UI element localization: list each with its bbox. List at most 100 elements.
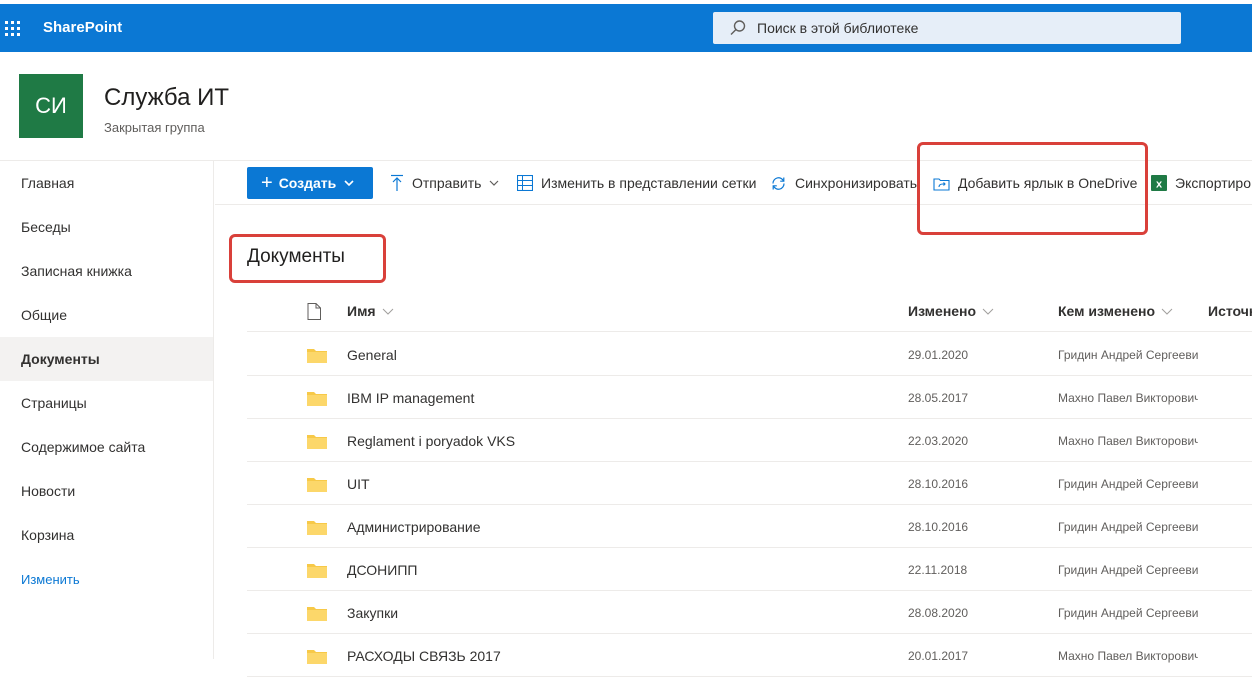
row-name[interactable]: ДСОНИПП [347,548,417,591]
chevron-down-icon [1161,308,1173,315]
nav-item-shared[interactable]: Общие [0,293,213,337]
search-box[interactable]: Поиск в этой библиотеке [713,12,1181,44]
nav-item-documents[interactable]: Документы [0,337,213,381]
column-header-label: Имя [347,303,376,319]
plus-icon: + [261,172,273,194]
chevron-down-icon [489,180,499,186]
highlight-box-add-shortcut [917,142,1148,235]
table-header: Имя Изменено Кем изменено Источн [247,290,1252,332]
nav-item-label: Записная книжка [21,263,132,279]
row-modified-by[interactable]: Гридин Андрей Сергееви [1058,333,1198,376]
row-modified-by[interactable]: Гридин Андрей Сергееви [1058,462,1198,505]
row-name[interactable]: Reglament i poryadok VKS [347,419,515,462]
nav-edit-link[interactable]: Изменить [0,557,213,601]
row-modified: 22.03.2020 [908,433,969,448]
row-modified-by[interactable]: Махно Павел Викторович [1058,376,1198,419]
search-icon [730,20,746,35]
waffle-icon [4,20,20,36]
site-logo[interactable]: СИ [19,74,83,138]
nav-item-recycle-bin[interactable]: Корзина [0,513,213,557]
table-row[interactable]: ДСОНИПП 22.11.2018 Гридин Андрей Сергеев… [247,548,1252,591]
document-icon [307,302,321,320]
nav-item-site-contents[interactable]: Содержимое сайта [0,425,213,469]
export-label: Экспортиро [1175,175,1251,191]
svg-text:x: x [1156,179,1163,191]
edit-grid-view-label: Изменить в представлении сетки [541,175,757,191]
column-header-source[interactable]: Источн [1208,290,1252,332]
folder-icon [307,564,327,578]
table-row[interactable]: Администрирование 28.10.2016 Гридин Андр… [247,505,1252,548]
folder-icon [307,392,327,406]
site-title[interactable]: Служба ИТ [104,84,229,112]
column-header-name[interactable]: Имя [347,290,394,332]
table-row[interactable]: РАСХОДЫ СВЯЗЬ 2017 20.01.2017 Махно Паве… [247,634,1252,677]
excel-icon: x [1151,175,1167,191]
row-modified: 20.01.2017 [908,648,969,663]
site-privacy-label: Закрытая группа [104,120,205,135]
row-name[interactable]: UIT [347,462,370,505]
chevron-down-icon [982,308,994,315]
nav-item-label: Содержимое сайта [21,439,146,455]
nav-item-home[interactable]: Главная [0,161,213,205]
table-row[interactable]: Закупки 28.08.2020 Гридин Андрей Сергеев… [247,591,1252,634]
table-row[interactable]: UIT 28.10.2016 Гридин Андрей Сергееви [247,462,1252,505]
nav-item-notebook[interactable]: Записная книжка [0,249,213,293]
sync-label: Синхронизировать [795,175,918,191]
left-navigation: Главная Беседы Записная книжка Общие Док… [0,161,214,659]
sync-button[interactable]: Синхронизировать [770,161,917,205]
column-header-modified-by[interactable]: Кем изменено [1058,290,1173,332]
create-button-label: Создать [278,175,337,191]
nav-item-news[interactable]: Новости [0,469,213,513]
column-header-label: Источн [1208,303,1252,319]
sharepoint-brand-link[interactable]: SharePoint [43,19,122,36]
file-type-column-header[interactable] [307,290,321,332]
nav-item-label: Главная [21,175,75,191]
column-header-label: Изменено [908,303,977,319]
library-title[interactable]: Документы [247,246,345,268]
suite-header: SharePoint Поиск в этой библиотеке [0,4,1252,52]
column-header-modified[interactable]: Изменено [908,290,994,332]
chevron-down-icon [344,180,354,187]
row-modified: 28.10.2016 [908,476,969,491]
row-modified-by[interactable]: Махно Павел Викторович [1058,419,1198,462]
row-name[interactable]: Закупки [347,591,398,634]
row-modified: 28.08.2020 [908,605,969,620]
row-modified-by[interactable]: Гридин Андрей Сергееви [1058,548,1198,591]
app-launcher-button[interactable] [0,4,24,52]
grid-icon [517,175,533,191]
row-name[interactable]: IBM IP management [347,376,474,419]
sync-icon [772,176,785,190]
row-name[interactable]: Администрирование [347,505,481,548]
chevron-down-icon [382,308,393,315]
folder-icon [307,349,327,363]
row-modified: 28.05.2017 [908,390,969,405]
folder-icon [307,478,327,492]
folder-icon [307,607,327,621]
nav-item-label: Корзина [21,527,75,543]
search-placeholder: Поиск в этой библиотеке [757,20,919,36]
row-name[interactable]: General [347,333,397,376]
row-name[interactable]: РАСХОДЫ СВЯЗЬ 2017 [347,634,501,677]
edit-grid-view-button[interactable]: Изменить в представлении сетки [517,161,756,205]
folder-icon [307,435,327,449]
row-modified-by[interactable]: Махно Павел Викторович [1058,634,1198,677]
row-modified: 29.01.2020 [908,347,969,362]
row-modified: 22.11.2018 [908,562,968,577]
row-modified-by[interactable]: Гридин Андрей Сергееви [1058,591,1198,634]
column-header-label: Кем изменено [1058,303,1156,319]
nav-item-label: Беседы [21,219,71,235]
table-row[interactable]: IBM IP management 28.05.2017 Махно Павел… [247,376,1252,419]
table-row[interactable]: General 29.01.2020 Гридин Андрей Сергеев… [247,333,1252,376]
create-button[interactable]: + Создать [247,167,373,199]
nav-item-label: Страницы [21,395,87,411]
nav-item-label: Общие [21,307,68,323]
table-row[interactable]: Reglament i poryadok VKS 22.03.2020 Махн… [247,419,1252,462]
nav-item-label: Новости [21,483,76,499]
nav-item-conversations[interactable]: Беседы [0,205,213,249]
upload-label: Отправить [412,175,482,191]
upload-icon [391,174,403,191]
nav-item-pages[interactable]: Страницы [0,381,213,425]
export-excel-button[interactable]: x Экспортиро [1151,161,1251,205]
upload-button[interactable]: Отправить [390,161,499,205]
row-modified-by[interactable]: Гридин Андрей Сергееви [1058,505,1198,548]
